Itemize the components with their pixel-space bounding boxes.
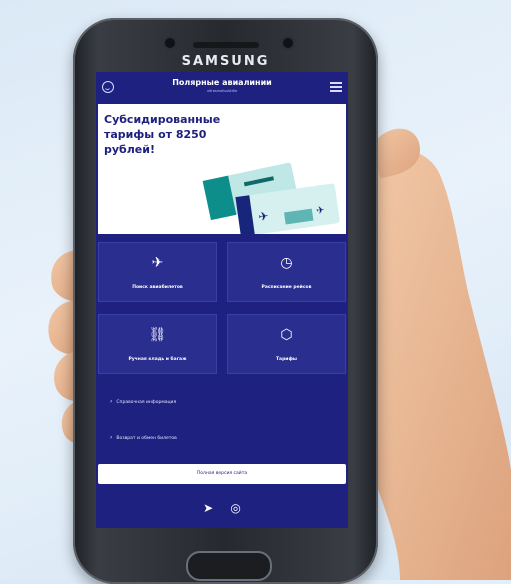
- sensor-icon: [165, 38, 175, 48]
- box-icon: ⬡: [280, 327, 293, 343]
- tile-schedule[interactable]: ◷ Расписание рейсов: [227, 242, 346, 302]
- link-label: Возврат и обмен билетов: [116, 436, 177, 441]
- app-subtitle: ultrasmallsubtitle: [206, 89, 238, 93]
- link-refund-exchange[interactable]: › Возврат и обмен билетов: [110, 434, 177, 441]
- link-icon: ⛓: [148, 327, 167, 343]
- app-header: Полярные авиалинии ultrasmallsubtitle: [96, 72, 348, 104]
- tile-flight-search[interactable]: ✈ Поиск авиабилетов: [98, 242, 217, 302]
- tile-label: Ручная кладь и багаж: [128, 357, 187, 362]
- link-reference-info[interactable]: › Справочная информация: [110, 398, 176, 405]
- link-label: Справочная информация: [116, 400, 177, 405]
- front-camera-icon: [283, 38, 293, 48]
- promo-banner[interactable]: Субсидированные тарифы от 8250 рублей! ✈…: [98, 104, 346, 234]
- airplane-icon: ✈: [151, 255, 164, 271]
- svg-text:✈: ✈: [315, 205, 325, 217]
- banner-text: Субсидированные тарифы от 8250 рублей!: [104, 113, 221, 156]
- social-links: ➤ ◎: [96, 497, 348, 516]
- hamburger-menu-icon[interactable]: [330, 82, 342, 92]
- speaker-grille: [193, 42, 259, 48]
- tickets-illustration: ✈ ✈: [202, 162, 340, 234]
- home-button[interactable]: [186, 551, 272, 581]
- instagram-icon[interactable]: ◎: [230, 501, 240, 515]
- clock-icon: ◷: [280, 255, 293, 271]
- tile-label: Расписание рейсов: [261, 285, 312, 290]
- device-brand: SAMSUNG: [181, 54, 270, 69]
- full-version-button[interactable]: Полная версия сайта: [98, 464, 346, 484]
- tile-label: Поиск авиабилетов: [132, 285, 183, 290]
- chevron-right-icon: ›: [110, 434, 113, 441]
- user-icon[interactable]: [102, 81, 114, 93]
- chevron-right-icon: ›: [110, 398, 113, 405]
- app-screen: Полярные авиалинии ultrasmallsubtitle Су…: [96, 72, 348, 528]
- app-title[interactable]: Полярные авиалинии: [136, 78, 308, 87]
- tile-fares[interactable]: ⬡ Тарифы: [227, 314, 346, 374]
- telegram-icon[interactable]: ➤: [203, 501, 213, 515]
- tile-label: Тарифы: [275, 357, 297, 362]
- tile-baggage[interactable]: ⛓ Ручная кладь и багаж: [98, 314, 217, 374]
- svg-text:✈: ✈: [257, 209, 269, 224]
